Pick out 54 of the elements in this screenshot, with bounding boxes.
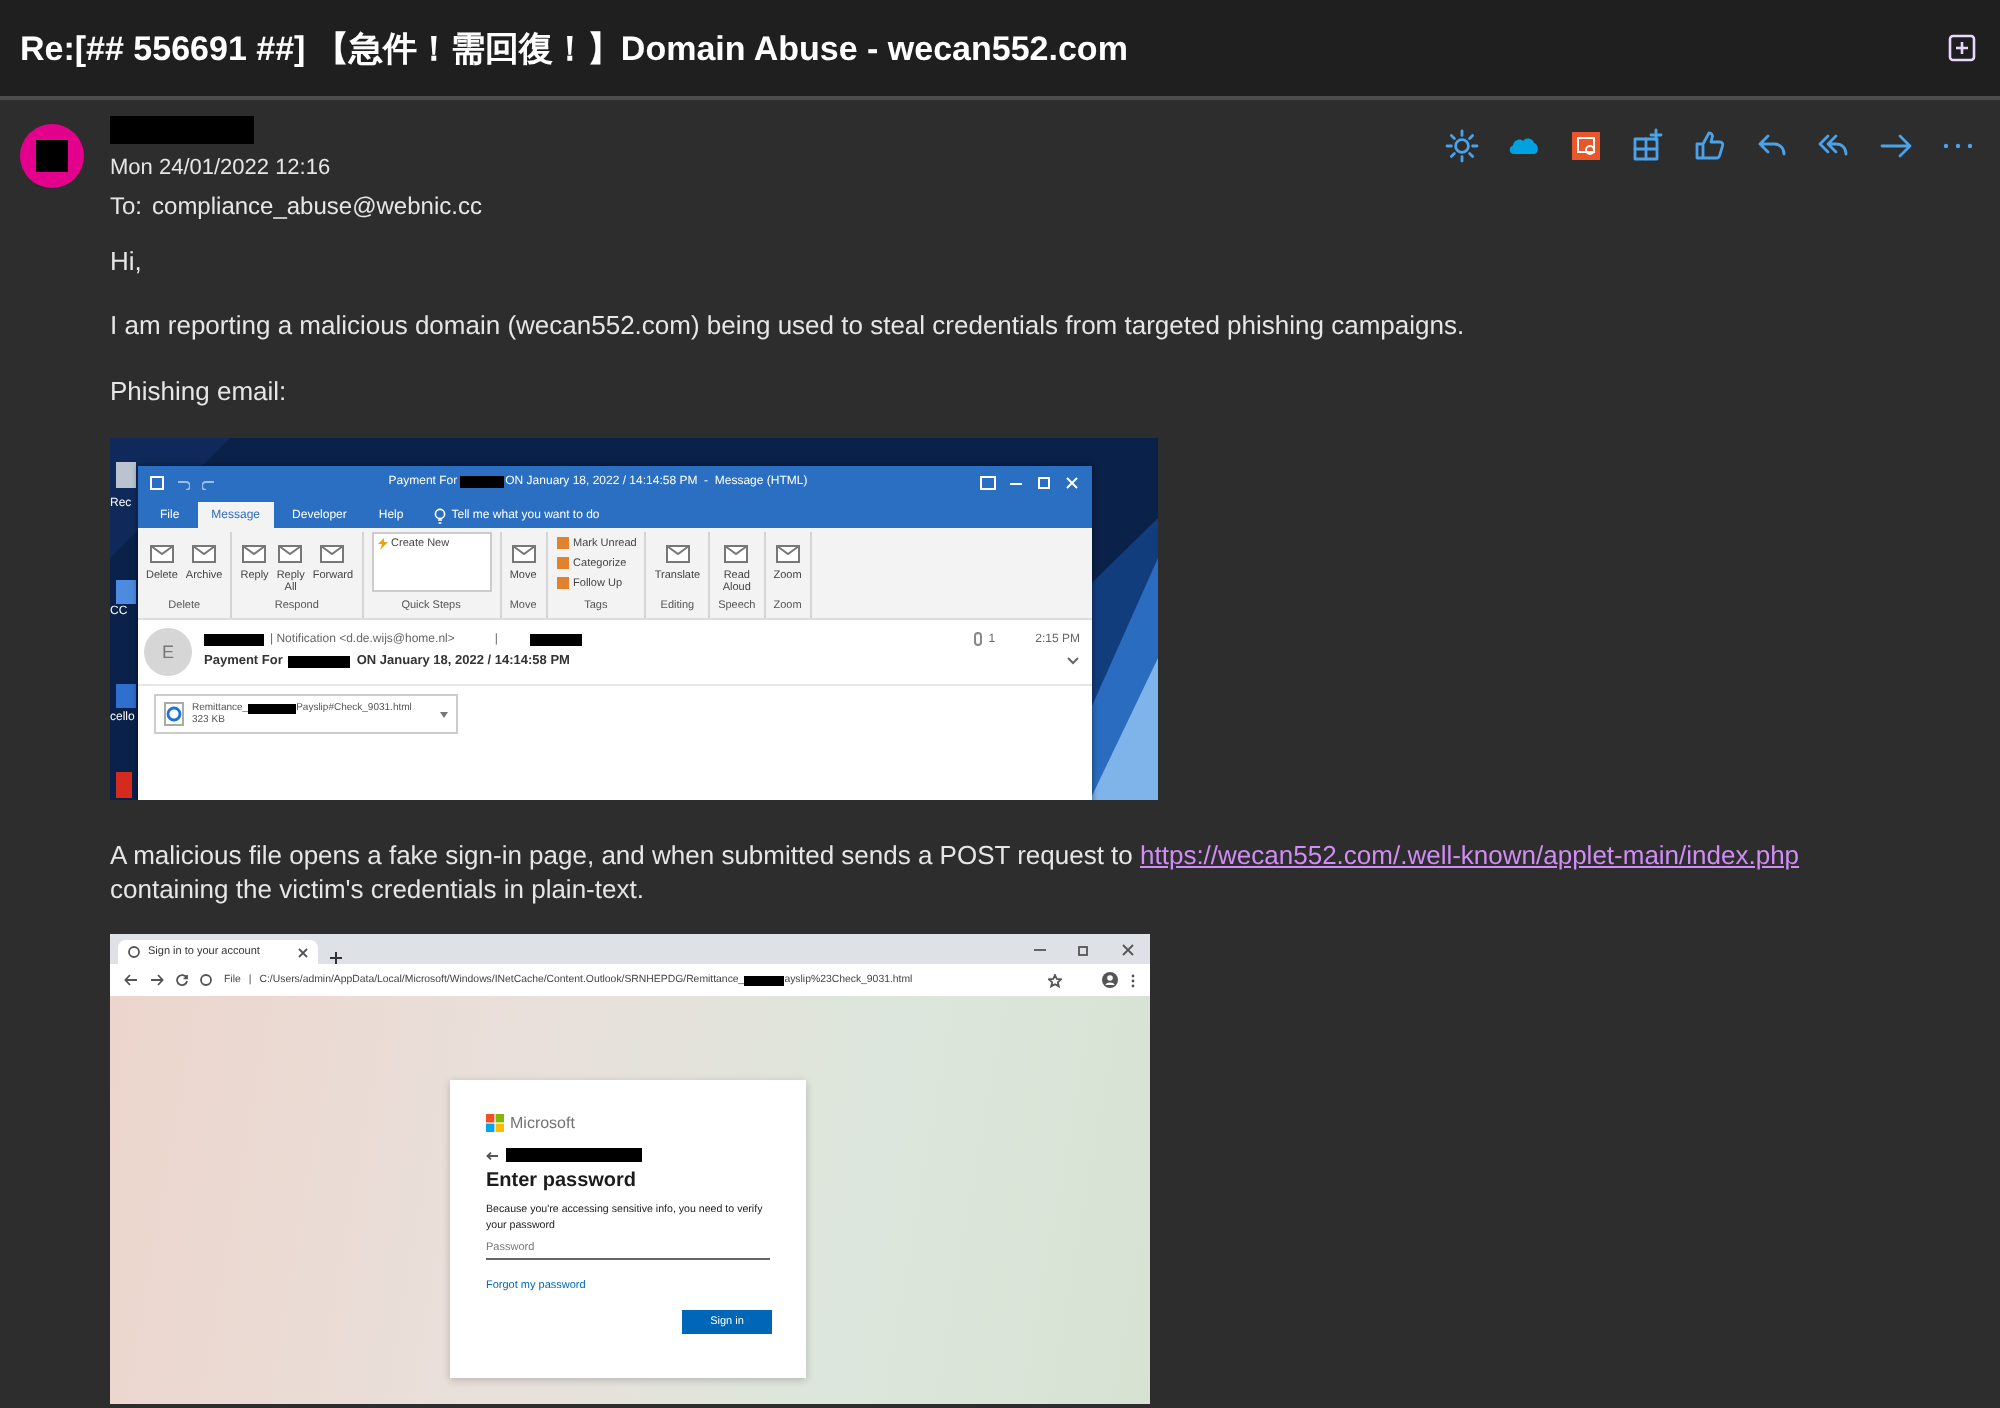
caret-icon: [440, 711, 448, 717]
ribbon-display-icon: [980, 475, 996, 489]
redaction-bar: [744, 975, 785, 985]
greeting: Hi,: [110, 244, 144, 278]
reload-icon[interactable]: [176, 974, 188, 986]
paragraph: I am reporting a malicious domain (wecan552.com) being used to steal credentials from targeted phishing campaigns.: [110, 308, 1467, 342]
save-icon: [150, 475, 164, 489]
sender-avatar: E: [144, 628, 192, 676]
star-icon[interactable]: [1048, 973, 1062, 987]
brand-name: Microsoft: [510, 1114, 575, 1132]
avatar: [20, 124, 84, 188]
brightness-icon[interactable]: [1444, 128, 1480, 164]
desktop-icon[interactable]: [114, 578, 138, 606]
windows-logo-icon: [486, 1114, 504, 1132]
label-text: Phishing email:: [110, 374, 289, 408]
redaction-bar: [110, 116, 254, 144]
redaction-bar: [248, 703, 297, 713]
undo-icon: [176, 475, 190, 489]
add-in-icon[interactable]: [1630, 128, 1666, 164]
browser-file-icon: [164, 702, 184, 726]
paperclip-icon: [974, 632, 983, 646]
recipient: compliance_abuse@webnic.cc: [152, 192, 482, 220]
redo-icon: [202, 475, 216, 489]
new-tab-icon[interactable]: [330, 952, 342, 964]
desktop-icon[interactable]: [114, 458, 138, 490]
back-icon[interactable]: [124, 974, 138, 986]
paragraph: A malicious file opens a fake sign-in page, and when submitted sends a POST request to https://wecan552.com/.well-known/applet-main/index.php containing the victim's credentials in plain-text.: [110, 838, 1802, 906]
to-label: To:: [110, 192, 143, 220]
forward-icon[interactable]: [150, 974, 164, 986]
heading: Enter password: [486, 1170, 637, 1192]
redaction-bar: [506, 1148, 642, 1162]
lightning-icon: [377, 538, 388, 550]
close-icon[interactable]: [1122, 943, 1134, 955]
redaction-bar: [288, 655, 351, 667]
back-arrow-icon[interactable]: [486, 1151, 498, 1159]
redaction-bar: [204, 633, 264, 645]
minimize-icon[interactable]: [1034, 943, 1046, 955]
chevron-down-icon[interactable]: [1066, 656, 1080, 666]
pop-out-icon[interactable]: [1948, 34, 1976, 62]
app-icon[interactable]: [1568, 128, 1604, 164]
window-title: Re:[## 556691 ##] 【急件！需回復！】Domain Abuse - wecan552.com: [20, 27, 1130, 71]
link[interactable]: https://wecan552.com/.well-known/applet-main/index.php: [1140, 840, 1800, 870]
lightbulb-icon: [433, 507, 446, 523]
sent-date: Mon 24/01/2022 12:16: [110, 156, 331, 180]
globe-icon: [128, 946, 140, 958]
info-icon: [200, 974, 212, 986]
redaction-bar: [529, 633, 582, 645]
maximize-icon[interactable]: [1036, 475, 1052, 489]
profile-icon[interactable]: [1102, 972, 1118, 988]
kebab-icon[interactable]: [1130, 973, 1136, 987]
thumbs-up-icon[interactable]: [1692, 128, 1728, 164]
close-icon[interactable]: [298, 947, 308, 957]
redaction-bar: [459, 476, 504, 488]
restore-icon[interactable]: [1078, 943, 1090, 955]
